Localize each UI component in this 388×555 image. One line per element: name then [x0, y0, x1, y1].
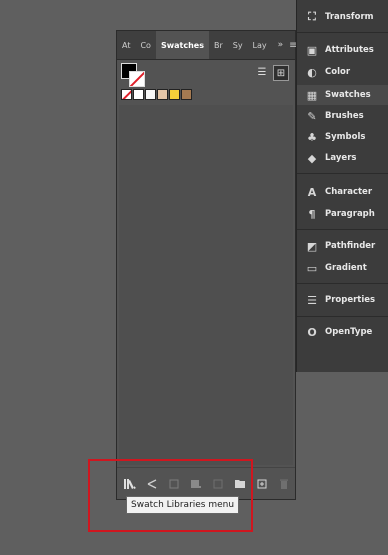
dock-item-label: Attributes — [325, 45, 374, 55]
tab-layers[interactable]: Lay — [248, 31, 272, 59]
registration-swatch[interactable] — [133, 89, 144, 100]
dock-item-pathfinder[interactable]: ◩ Pathfinder — [297, 236, 388, 256]
list-view-icon[interactable]: ☰ — [255, 65, 269, 79]
none-swatch[interactable] — [121, 89, 132, 100]
dock-item-label: Layers — [325, 153, 357, 163]
dock-item-opentype[interactable]: O OpenType — [297, 322, 388, 342]
dock-item-label: Character — [325, 187, 373, 197]
dock-item-label: Transform — [325, 12, 374, 22]
transform-icon: ⛶ — [308, 10, 316, 23]
dock-item-label: Symbols — [325, 132, 366, 142]
dock-item-brushes[interactable]: ✎ Brushes — [297, 106, 388, 126]
tab-swatches[interactable]: Swatches — [155, 31, 209, 59]
dock-item-attributes[interactable]: ▣ Attributes — [297, 40, 388, 60]
panel-dock: ⛶ Transform ▣ Attributes ◐ Color ▦ Swatc… — [296, 0, 388, 372]
swatches-panel: At Co Swatches Br Sy Lay » ≡ ☰ ⊞ — [116, 30, 298, 500]
layers-icon: ◆ — [307, 151, 317, 165]
dock-item-layers[interactable]: ◆ Layers — [297, 148, 388, 168]
dock-item-paragraph[interactable]: ¶ Paragraph — [297, 204, 388, 224]
dock-item-label: Brushes — [325, 111, 364, 121]
new-swatch-icon[interactable] — [255, 478, 269, 490]
more-tabs-icon[interactable]: » — [272, 40, 290, 50]
paragraph-icon: ¶ — [308, 207, 316, 221]
tab-color[interactable]: Co — [135, 31, 155, 59]
color-icon: ◐ — [307, 65, 317, 79]
swatch-list-area — [119, 105, 293, 465]
symbols-icon: ♣ — [307, 130, 317, 144]
dock-item-character[interactable]: A Character — [297, 182, 388, 202]
dock-separator — [297, 316, 388, 317]
panel-tab-bar: At Co Swatches Br Sy Lay » ≡ — [117, 31, 298, 60]
highlight-box — [88, 459, 253, 532]
tab-attributes[interactable]: At — [117, 31, 135, 59]
dock-item-label: OpenType — [325, 327, 373, 337]
dock-item-label: Pathfinder — [325, 241, 376, 251]
character-icon: A — [307, 185, 317, 199]
dock-item-label: Paragraph — [325, 209, 375, 219]
dock-item-swatches[interactable]: ▦ Swatches — [297, 85, 388, 105]
brushes-icon: ✎ — [307, 109, 317, 123]
opentype-icon: O — [307, 325, 317, 339]
dock-item-label: Properties — [325, 295, 376, 305]
yellow-swatch[interactable] — [169, 89, 180, 100]
swatch-row — [121, 89, 192, 100]
fill-stroke-indicator[interactable] — [121, 63, 145, 87]
tab-symbols[interactable]: Sy — [228, 31, 248, 59]
light-swatch[interactable] — [145, 89, 156, 100]
dock-separator — [297, 173, 388, 174]
dock-separator — [297, 32, 388, 33]
stroke-swatch-none[interactable] — [129, 71, 145, 87]
pathfinder-icon: ◩ — [306, 239, 318, 253]
view-toggles: ☰ ⊞ — [255, 65, 289, 81]
thumbnail-view-icon[interactable]: ⊞ — [273, 65, 289, 81]
dock-item-gradient[interactable]: ▭ Gradient — [297, 258, 388, 278]
dock-item-label: Color — [325, 67, 351, 77]
attributes-icon: ▣ — [306, 43, 318, 57]
gradient-icon: ▭ — [306, 261, 318, 275]
dock-separator — [297, 283, 388, 284]
dock-item-symbols[interactable]: ♣ Symbols — [297, 127, 388, 147]
dock-item-label: Swatches — [325, 90, 371, 100]
dock-item-properties[interactable]: ☰ Properties — [297, 290, 388, 310]
properties-icon: ☰ — [307, 293, 317, 307]
swatches-icon: ▦ — [306, 88, 318, 102]
tab-brushes[interactable]: Br — [209, 31, 228, 59]
tan-swatch[interactable] — [157, 89, 168, 100]
dock-separator — [297, 229, 388, 230]
trash-icon[interactable] — [277, 478, 291, 490]
brown-swatch[interactable] — [181, 89, 192, 100]
dock-item-label: Gradient — [325, 263, 367, 273]
dock-item-transform[interactable]: ⛶ Transform — [297, 7, 388, 27]
dock-item-color[interactable]: ◐ Color — [297, 62, 388, 82]
